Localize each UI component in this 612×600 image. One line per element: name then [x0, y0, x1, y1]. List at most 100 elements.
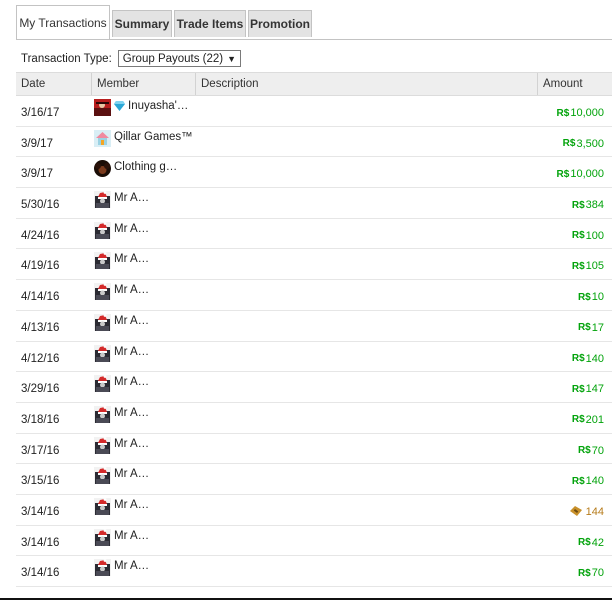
table-row: 4/14/16 Mr A… R$ 10: [16, 280, 612, 311]
tab-trade-items[interactable]: Trade Items: [174, 10, 246, 37]
amount-value: 42: [591, 536, 604, 549]
table-row: 4/12/16 Mr A… R$ 140: [16, 342, 612, 373]
amount-value: 70: [591, 444, 604, 457]
robux-icon: R$: [556, 107, 570, 119]
amount-cell: R$ 17: [578, 322, 604, 334]
avatar[interactable]: [94, 467, 114, 487]
column-header-date: Date: [16, 73, 91, 95]
member-cell[interactable]: Mr A…: [94, 405, 149, 426]
amount-cell: R$ 10: [578, 291, 604, 303]
robux-icon: R$: [571, 230, 585, 242]
avatar[interactable]: [94, 221, 114, 242]
member-cell[interactable]: Inuyasha'…: [94, 99, 188, 119]
amount-cell: R$ 140: [572, 475, 604, 487]
amount-cell: 144: [569, 505, 604, 519]
avatar[interactable]: [94, 160, 114, 180]
avatar[interactable]: [94, 375, 114, 395]
avatar[interactable]: [94, 99, 114, 119]
member-cell[interactable]: Qillar Games™: [94, 129, 193, 150]
transaction-type-select[interactable]: Group Payouts (22) ▼: [117, 50, 242, 67]
avatar[interactable]: [94, 436, 114, 457]
member-name-link[interactable]: Mr A…: [114, 375, 149, 389]
amount-value: 3,500: [576, 137, 604, 150]
table-row: 3/9/17 Qillar Games™ R$ 3,500: [16, 127, 612, 158]
amount-value: 10: [591, 291, 604, 304]
tab-label: Promotion: [250, 17, 310, 31]
column-header-label: Description: [201, 78, 259, 90]
date-cell: 3/17/16: [21, 444, 60, 457]
member-cell[interactable]: Mr A…: [94, 528, 149, 549]
amount-value: 144: [585, 506, 604, 519]
avatar[interactable]: [94, 191, 114, 211]
tab-my-transactions[interactable]: My Transactions: [16, 5, 110, 39]
date-cell: 5/30/16: [21, 199, 60, 212]
avatar[interactable]: [94, 283, 114, 303]
amount-value: 201: [585, 413, 604, 426]
avatar[interactable]: [94, 528, 114, 549]
tab-summary[interactable]: Summary: [112, 10, 172, 37]
amount-value: 17: [591, 321, 604, 334]
member-cell[interactable]: Mr A…: [94, 221, 149, 242]
avatar[interactable]: [94, 313, 114, 334]
amount-cell: R$ 42: [578, 537, 604, 549]
robux-icon: R$: [556, 168, 570, 180]
member-cell[interactable]: Mr A…: [94, 191, 149, 211]
tix-icon: [569, 505, 586, 519]
robux-icon: R$: [577, 291, 591, 303]
avatar[interactable]: [94, 405, 114, 426]
table-row: 4/13/16 Mr A… R$ 17: [16, 311, 612, 342]
amount-cell: R$ 70: [578, 445, 604, 457]
tab-promotion[interactable]: Promotion: [248, 10, 312, 37]
member-cell[interactable]: Mr A…: [94, 467, 149, 487]
member-cell[interactable]: Mr A…: [94, 436, 149, 457]
table-row: 3/29/16 Mr A… R$ 147: [16, 372, 612, 403]
member-cell[interactable]: Mr A…: [94, 283, 149, 303]
amount-cell: R$ 3,500: [563, 138, 604, 150]
member-name-link[interactable]: Mr A…: [114, 314, 149, 328]
amount-cell: R$ 147: [572, 383, 604, 395]
member-name-link[interactable]: Mr A…: [114, 467, 149, 481]
member-name-link[interactable]: Inuyasha'…: [128, 99, 188, 113]
avatar[interactable]: [94, 129, 114, 150]
avatar[interactable]: [94, 497, 114, 518]
member-name-link[interactable]: Mr A…: [114, 345, 149, 359]
tab-label: My Transactions: [19, 15, 107, 30]
amount-value: 140: [585, 475, 604, 488]
member-name-link[interactable]: Mr A…: [114, 559, 149, 573]
member-cell[interactable]: Clothing g…: [94, 160, 177, 180]
member-cell[interactable]: Mr A…: [94, 344, 149, 365]
member-name-link[interactable]: Mr A…: [114, 406, 149, 420]
column-header-label: Amount: [543, 78, 583, 90]
member-name-link[interactable]: Qillar Games™: [114, 130, 193, 144]
column-header-description: Description: [195, 73, 537, 95]
member-name-link[interactable]: Mr A…: [114, 529, 149, 543]
member-name-link[interactable]: Mr A…: [114, 222, 149, 236]
amount-cell: R$ 10,000: [557, 107, 604, 119]
member-name-link[interactable]: Clothing g…: [114, 160, 177, 174]
member-cell[interactable]: Mr A…: [94, 497, 149, 518]
diamond-icon: [114, 101, 125, 114]
avatar[interactable]: [94, 559, 114, 579]
member-cell[interactable]: Mr A…: [94, 252, 149, 272]
member-name-link[interactable]: Mr A…: [114, 437, 149, 451]
tab-bar: My Transactions Summary Trade Items Prom…: [16, 5, 612, 40]
robux-icon: R$: [577, 537, 591, 549]
member-name-link[interactable]: Mr A…: [114, 498, 149, 512]
amount-cell: R$ 10,000: [557, 168, 604, 180]
transaction-type-filter: Transaction Type: Group Payouts (22) ▼: [21, 50, 242, 67]
date-cell: 4/24/16: [21, 229, 60, 242]
tab-label: Summary: [114, 17, 170, 31]
avatar[interactable]: [94, 344, 114, 365]
member-name-link[interactable]: Mr A…: [114, 283, 149, 297]
robux-icon: R$: [571, 260, 585, 272]
member-name-link[interactable]: Mr A…: [114, 191, 149, 205]
member-cell[interactable]: Mr A…: [94, 375, 149, 395]
member-name-link[interactable]: Mr A…: [114, 252, 149, 266]
member-cell[interactable]: Mr A…: [94, 313, 149, 334]
amount-value: 70: [591, 567, 604, 580]
member-cell[interactable]: Mr A…: [94, 559, 149, 579]
amount-value: 10,000: [570, 168, 604, 181]
avatar[interactable]: [94, 252, 114, 272]
table-row: 3/16/17 Inuyasha'… R$ 10,000: [16, 96, 612, 127]
robux-icon: R$: [571, 353, 585, 364]
